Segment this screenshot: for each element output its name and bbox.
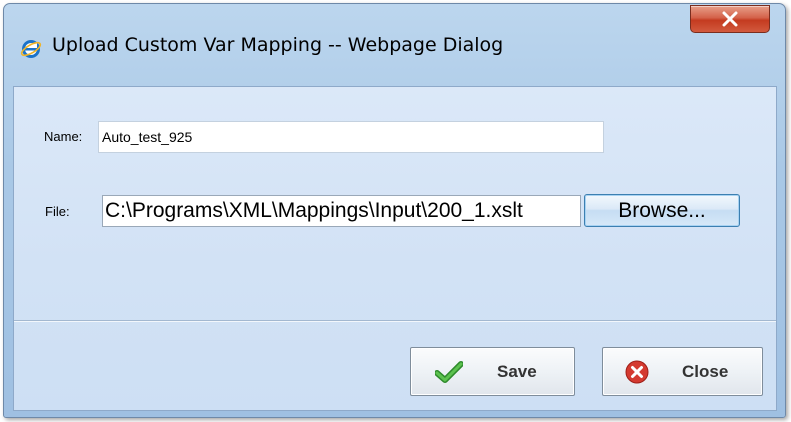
window-close-button[interactable]: [690, 5, 770, 33]
checkmark-icon: [434, 361, 464, 387]
save-button[interactable]: Save: [410, 347, 575, 396]
file-path-input[interactable]: C:\Programs\XML\Mappings\Input\200_1.xsl…: [102, 195, 581, 227]
name-input[interactable]: Auto_test_925: [98, 121, 604, 153]
close-label: Close: [682, 362, 729, 381]
internet-explorer-icon: [20, 38, 42, 60]
dialog-window: Upload Custom Var Mapping -- Webpage Dia…: [3, 3, 786, 418]
divider: [14, 320, 776, 322]
browse-button[interactable]: Browse...: [584, 194, 740, 227]
close-icon: [722, 11, 738, 27]
file-path-value: C:\Programs\XML\Mappings\Input\200_1.xsl…: [105, 199, 523, 222]
close-circle-icon: [625, 360, 649, 388]
name-label: Name:: [44, 129, 83, 144]
file-label: File:: [45, 204, 70, 219]
close-button[interactable]: Close: [602, 347, 763, 396]
dialog-body: Name: Auto_test_925 File: C:\Programs\XM…: [13, 86, 777, 411]
title-bar[interactable]: Upload Custom Var Mapping -- Webpage Dia…: [4, 4, 785, 86]
window-title: Upload Custom Var Mapping -- Webpage Dia…: [52, 34, 504, 56]
save-label: Save: [497, 362, 537, 381]
